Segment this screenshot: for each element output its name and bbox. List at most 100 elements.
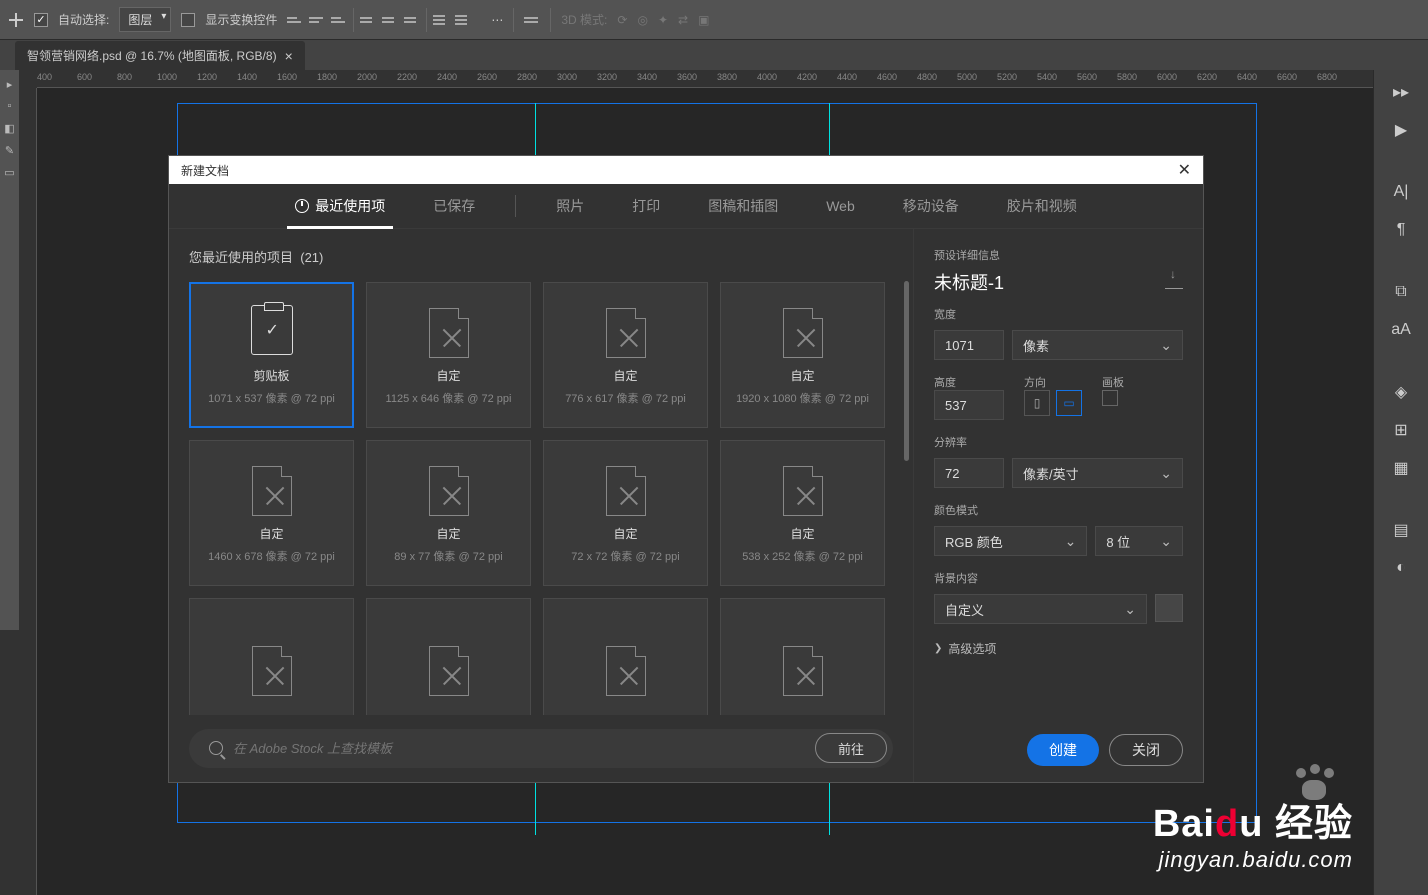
tool-button[interactable]: ▭ [2, 162, 17, 182]
tab-saved[interactable]: 已保存 [425, 184, 483, 228]
tab-photo[interactable]: 照片 [548, 184, 592, 228]
tool-button[interactable]: ▸ [2, 74, 17, 94]
align-to-icon[interactable] [524, 12, 540, 28]
preset-name: 自定 [259, 525, 283, 542]
distribute-h-icon[interactable] [433, 12, 449, 28]
stock-search-input[interactable] [233, 741, 805, 756]
align-right-icon[interactable] [404, 12, 420, 28]
tool-button[interactable]: ✎ [2, 140, 17, 160]
orientation-landscape-button[interactable]: ▭ [1056, 390, 1082, 416]
auto-select-label: 自动选择: [58, 11, 109, 28]
new-document-dialog: 新建文档 ✕ 最近使用项 已保存 照片 打印 图稿和插图 Web 移动设备 胶片… [168, 155, 1204, 783]
tool-button[interactable]: ◧ [2, 118, 17, 138]
preset-card[interactable] [543, 598, 708, 715]
preset-card[interactable]: 自定89 x 77 像素 @ 72 ppi [366, 440, 531, 586]
character-icon[interactable]: A| [1389, 180, 1413, 204]
color-mode-label: 颜色模式 [934, 502, 1183, 518]
resolution-input[interactable] [934, 458, 1004, 488]
document-icon [427, 463, 471, 519]
width-input[interactable] [934, 330, 1004, 360]
glyphs-icon[interactable]: ⧉ [1389, 280, 1413, 304]
preset-dimensions: 1920 x 1080 像素 @ 72 ppi [736, 390, 869, 406]
document-icon [604, 643, 648, 699]
options-bar: 自动选择: 图层 显示变换控件 ⋯ 3D 模式: ⟳ ◎ ✦ ⇄ ▣ [0, 0, 1428, 40]
play-icon[interactable]: ▶ [1389, 118, 1413, 142]
stock-go-button[interactable]: 前往 [815, 733, 887, 763]
horizontal-ruler[interactable]: 4006008001000120014001600180020002200240… [37, 70, 1373, 88]
vertical-ruler[interactable] [19, 88, 37, 895]
paw-icon [1288, 762, 1338, 812]
save-preset-icon[interactable] [1165, 275, 1183, 289]
auto-select-checkbox[interactable] [34, 13, 48, 27]
grid-icon[interactable]: ▦ [1389, 456, 1413, 480]
tab-web[interactable]: Web [818, 186, 863, 226]
artboard-label: 画板 [1102, 374, 1124, 390]
resolution-unit-select[interactable]: 像素/英寸 [1012, 458, 1183, 488]
tab-print[interactable]: 打印 [624, 184, 668, 228]
3d-camera-icon: ▣ [698, 13, 709, 27]
preset-card[interactable]: 剪贴板1071 x 537 像素 @ 72 ppi [189, 282, 354, 428]
align-top-icon[interactable] [287, 12, 303, 28]
swatches-icon[interactable]: ⊞ [1389, 418, 1413, 442]
layer-dropdown[interactable]: 图层 [119, 7, 171, 32]
tab-film[interactable]: 胶片和视频 [999, 184, 1085, 228]
align-left-icon[interactable] [360, 12, 376, 28]
watermark-url: jingyan.baidu.com [1153, 847, 1353, 873]
align-bottom-icon[interactable] [331, 12, 347, 28]
tab-recent[interactable]: 最近使用项 [287, 184, 393, 228]
preset-dimensions: 538 x 252 像素 @ 72 ppi [742, 548, 863, 564]
preset-card[interactable]: 自定1460 x 678 像素 @ 72 ppi [189, 440, 354, 586]
preset-card[interactable]: 自定1125 x 646 像素 @ 72 ppi [366, 282, 531, 428]
color-mode-select[interactable]: RGB 颜色 [934, 526, 1087, 556]
paragraph-icon[interactable]: ¶ [1389, 218, 1413, 242]
preset-card[interactable]: 自定1920 x 1080 像素 @ 72 ppi [720, 282, 885, 428]
preset-card[interactable] [189, 598, 354, 715]
move-tool-icon[interactable] [8, 12, 24, 28]
show-transform-checkbox[interactable] [181, 13, 195, 27]
search-icon [209, 741, 223, 755]
preset-card[interactable]: 自定538 x 252 像素 @ 72 ppi [720, 440, 885, 586]
close-dialog-icon[interactable]: ✕ [1178, 160, 1191, 180]
preset-card[interactable] [366, 598, 531, 715]
divider [513, 8, 514, 32]
unit-select[interactable]: 像素 [1012, 330, 1183, 360]
distribute-v-icon[interactable] [455, 12, 471, 28]
layers-icon[interactable]: ▤ [1389, 518, 1413, 542]
scrollbar-thumb[interactable] [904, 281, 909, 461]
chevron-right-icon: ❯ [934, 643, 942, 654]
preset-card[interactable]: 自定72 x 72 像素 @ 72 ppi [543, 440, 708, 586]
orientation-portrait-button[interactable]: ▯ [1024, 390, 1050, 416]
create-button[interactable]: 创建 [1027, 734, 1099, 766]
presets-title: 您最近使用的项目 (21) [189, 247, 893, 266]
align-vcenter-icon[interactable] [309, 12, 325, 28]
dialog-titlebar[interactable]: 新建文档 ✕ [169, 156, 1203, 184]
preset-dimensions: 89 x 77 像素 @ 72 ppi [394, 548, 502, 564]
artboard-checkbox[interactable] [1102, 390, 1118, 406]
preset-name: 剪贴板 [253, 367, 289, 384]
align-hcenter-icon[interactable] [382, 12, 398, 28]
close-button[interactable]: 关闭 [1109, 734, 1183, 766]
preset-details-label: 预设详细信息 [934, 247, 1183, 263]
cube-icon[interactable]: ◈ [1389, 380, 1413, 404]
adjustments-icon[interactable]: ◐ [1389, 556, 1413, 580]
background-select[interactable]: 自定义 [934, 594, 1147, 624]
bit-depth-select[interactable]: 8 位 [1095, 526, 1183, 556]
close-tab-icon[interactable]: × [285, 48, 293, 64]
height-label: 高度 [934, 374, 1004, 390]
document-name-input[interactable] [934, 271, 1134, 292]
panel-expand-icon[interactable]: ▸▸ [1389, 80, 1413, 104]
tool-button[interactable]: ▫ [2, 96, 17, 116]
height-input[interactable] [934, 390, 1004, 420]
more-options-icon[interactable]: ⋯ [491, 13, 503, 27]
document-tab[interactable]: 智领营销网络.psd @ 16.7% (地图面板, RGB/8) × [15, 41, 305, 70]
tab-mobile[interactable]: 移动设备 [895, 184, 967, 228]
preset-card[interactable] [720, 598, 885, 715]
preset-card[interactable]: 自定776 x 617 像素 @ 72 ppi [543, 282, 708, 428]
scrollbar[interactable] [904, 281, 909, 722]
advanced-options-toggle[interactable]: ❯ 高级选项 [934, 640, 1183, 657]
preset-details-pane: 预设详细信息 宽度 像素 高度 方向 ▯ ▭ [913, 229, 1203, 782]
background-color-swatch[interactable] [1155, 594, 1183, 622]
clipboard-icon [250, 305, 294, 361]
tab-art[interactable]: 图稿和插图 [700, 184, 786, 228]
type-style-icon[interactable]: aA [1389, 318, 1413, 342]
